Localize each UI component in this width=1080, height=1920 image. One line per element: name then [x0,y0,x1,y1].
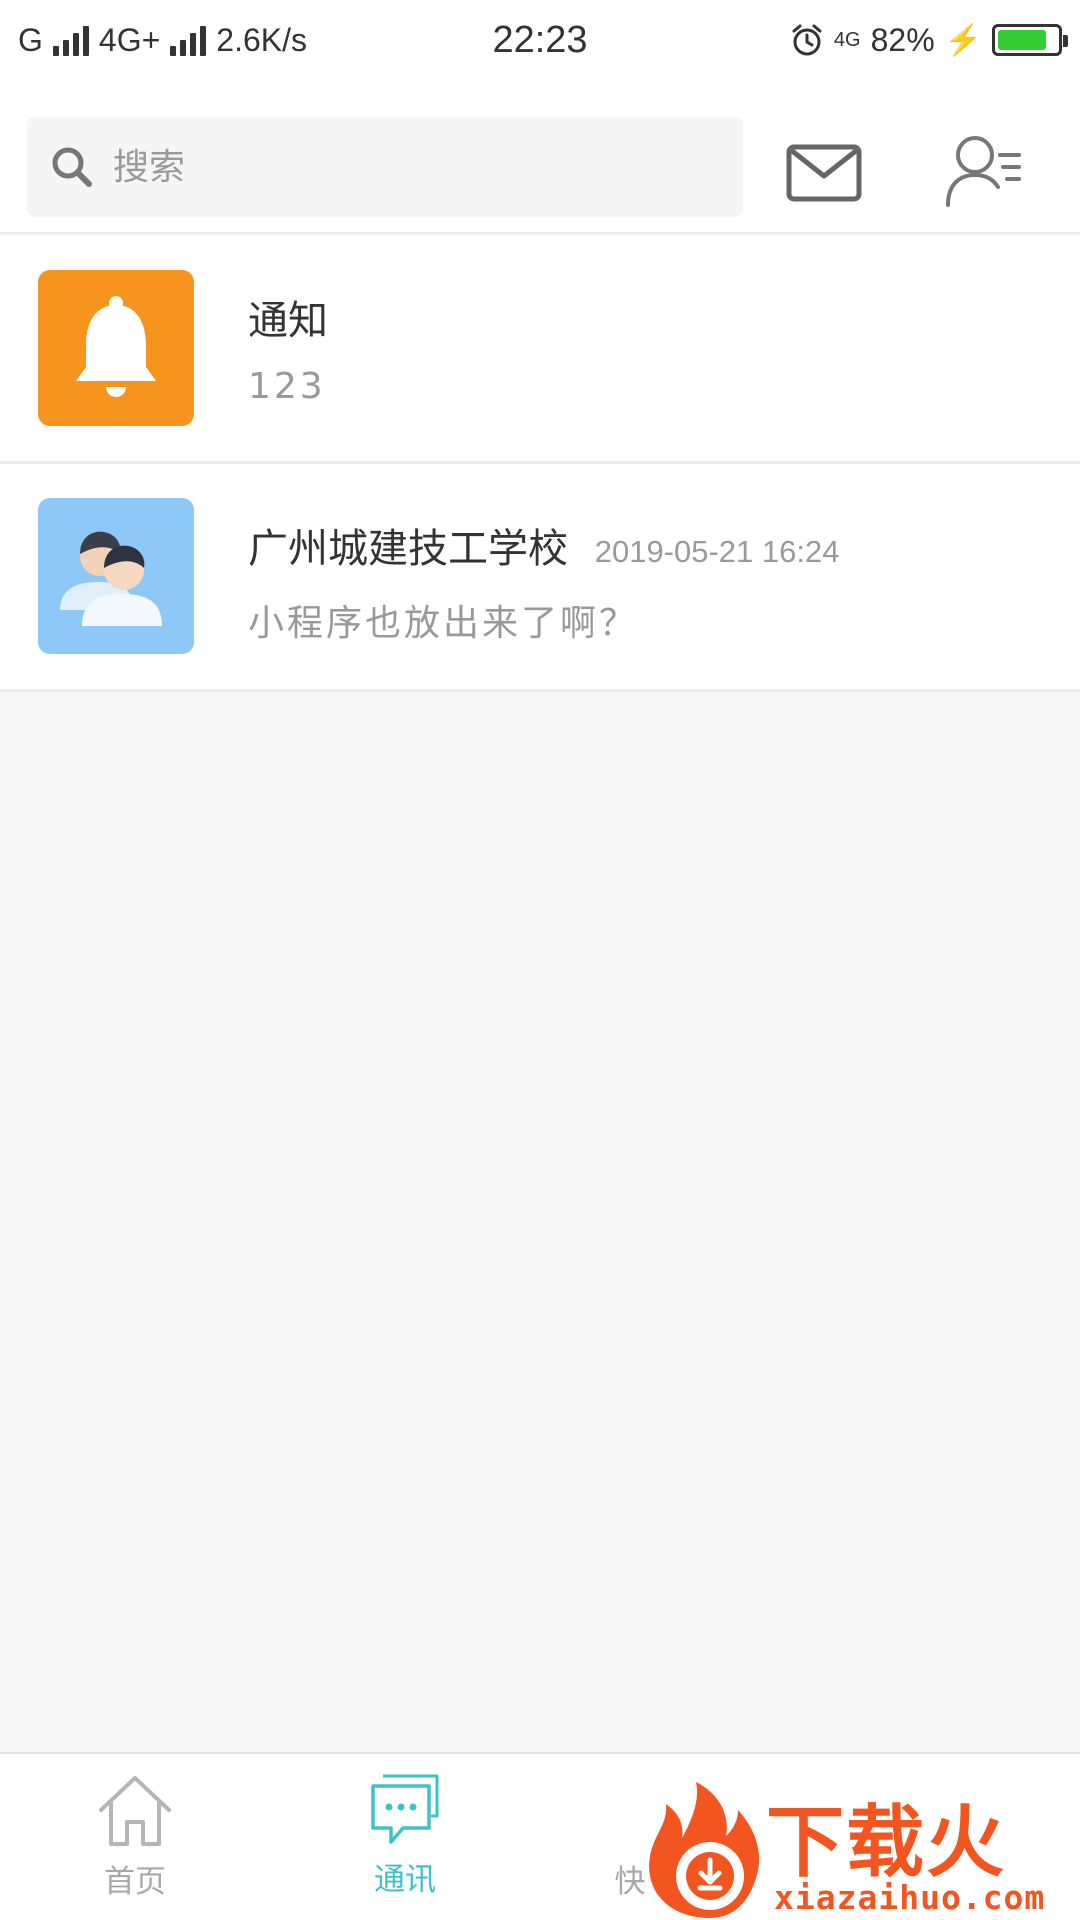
watermark-title: 下载火 [766,1798,1007,1888]
watermark: 下载火 xiazaihuo.com [640,1780,1080,1920]
conversation-item-notice[interactable]: 通知 123 [0,236,1080,464]
bell-icon [76,296,156,397]
conversation-title-text: 通知 [248,298,328,344]
conversation-preview: 小程序也放出来了啊？ [248,603,639,644]
conversation-item-group[interactable]: 广州城建技工学校 2019-05-21 16:24 小程序也放出来了啊？ [0,464,1080,692]
tab-messages[interactable]: 通讯 [305,1772,505,1912]
notice-avatar [38,270,194,426]
tab-label: 通讯 [374,1862,436,1898]
group-icon [60,531,162,626]
conversation-title: 广州城建技工学校 2019-05-21 16:24 [248,516,839,574]
header [0,80,1080,234]
battery-icon [992,24,1068,56]
conversation-preview: 123 [248,366,326,407]
tab-home[interactable]: 首页 [35,1772,235,1912]
status-left: G 4G+ 2.6K/s [18,22,307,59]
contacts-button[interactable] [940,125,1030,215]
alarm-icon [792,24,822,56]
tab-label: 首页 [104,1864,166,1900]
conversation-title: 通知 [248,288,328,346]
status-bar: G 4G+ 2.6K/s 22:23 4G 82% ⚡ [0,0,1080,80]
search-input[interactable] [113,146,713,188]
conversation-list: 通知 123 广州城建技工学校 2019-05-21 16:24 小程序也放出来… [0,236,1080,692]
mail-button[interactable] [782,140,866,206]
watermark-url: xiazaihuo.com [774,1878,1046,1917]
chat-icon [371,1774,439,1844]
network-speed: 2.6K/s [216,21,307,58]
conversation-title-text: 广州城建技工学校 [248,526,568,572]
charging-icon: ⚡ [944,23,982,57]
battery-fill [998,30,1046,50]
contacts-icon [946,136,1021,207]
network-badge: 4G [833,29,861,51]
signal-icon-2 [170,24,207,56]
search-bar[interactable] [27,117,743,217]
home-icon [99,1776,171,1846]
group-avatar [38,498,194,654]
network-type-label: 4G+ [98,21,161,58]
status-right: 4G 82% ⚡ [790,21,1068,59]
signal-icon [52,24,89,56]
conversation-time: 2019-05-21 16:24 [594,534,840,569]
mail-icon [786,144,862,202]
carrier-label: G [18,21,43,58]
battery-percent: 82% [870,21,935,58]
search-icon [52,147,92,187]
